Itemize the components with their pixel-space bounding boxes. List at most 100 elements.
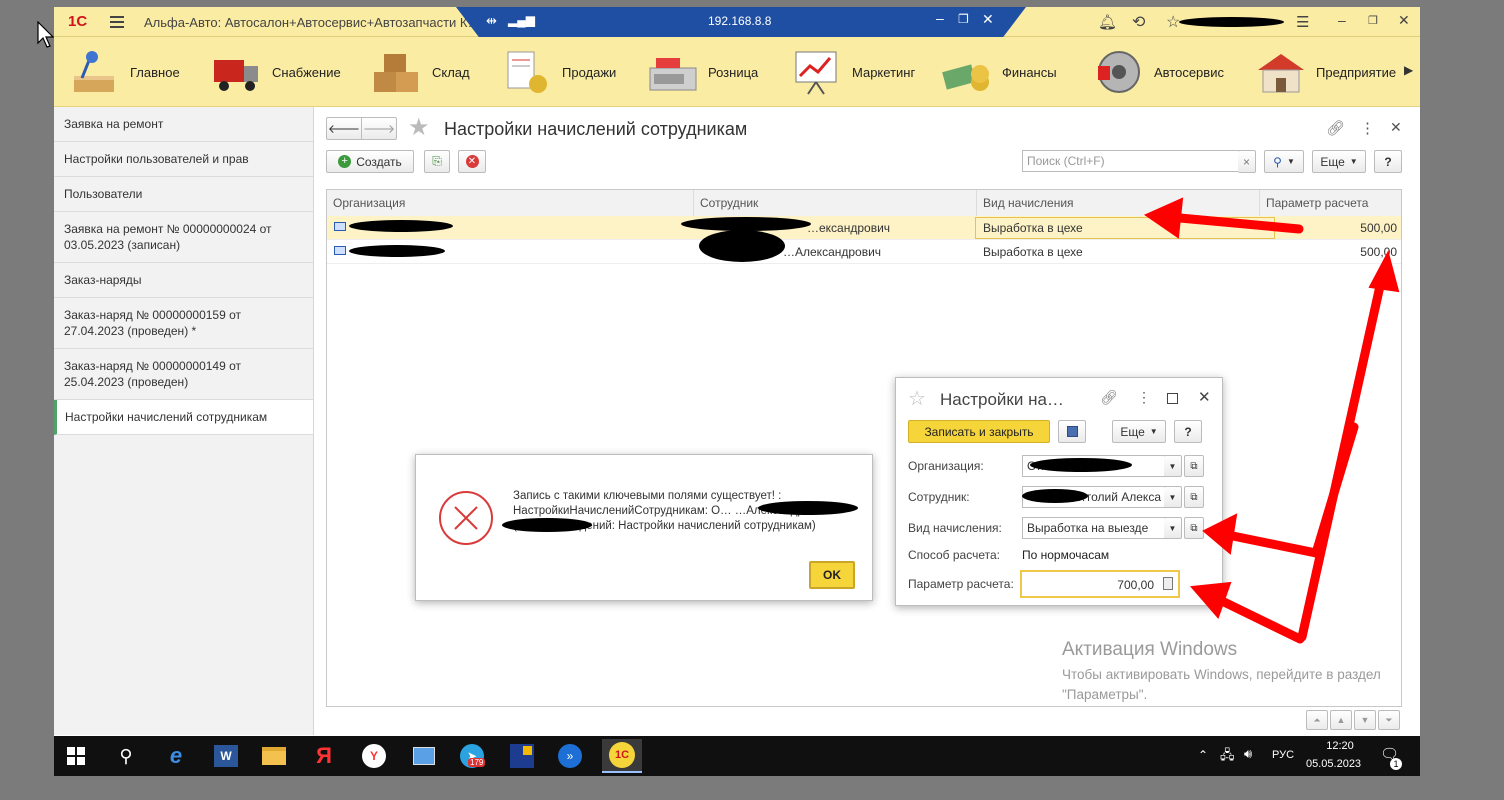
telegram-badge: 179 [468,758,486,767]
section-autoservice[interactable]: Автосервис [1092,37,1224,107]
favorite-star-icon[interactable]: ★ [408,113,430,142]
edge-icon[interactable]: e [162,742,190,770]
yandex-icon[interactable]: Я [310,742,338,770]
watermark-text: Чтобы активировать Windows, перейдите в … [1062,667,1381,702]
history-icon[interactable]: ⟲ [1132,12,1145,32]
save-button[interactable] [1058,420,1086,443]
copy-button[interactable]: ⎘ [424,150,450,173]
org-dropdown-button[interactable]: ▼ [1164,455,1182,477]
sidebar-item-accrual-settings[interactable]: Настройки начислений сотрудникам [54,400,313,435]
accrual-kind-field[interactable]: Выработка на выезде [1022,517,1166,539]
volume-icon[interactable]: 🔊︎ [1244,746,1252,762]
scroll-bottom-button[interactable]: ⏷ [1378,710,1400,730]
rdp-connection-bar[interactable]: ⇹ ▂▄▆ 192.168.8.8 ‒ ❐ ✕ [456,7,1026,37]
search-icon: ⚲ [1273,154,1282,169]
rdp-minimize-icon[interactable]: ‒ [936,10,944,26]
dialog-more-icon[interactable]: ⋮ [1137,389,1151,406]
sidebar-item-user-settings[interactable]: Настройки пользователей и прав [54,142,313,177]
network-tool-icon[interactable] [410,742,438,770]
scroll-up-button[interactable]: ▲ [1330,710,1352,730]
1c-taskbar-icon[interactable]: 1С [602,739,642,773]
calc-param-field[interactable]: 700,00 [1020,570,1180,598]
section-marketing[interactable]: Маркетинг [790,37,915,107]
employee-open-button[interactable]: ⧉ [1184,486,1204,508]
settings-icon[interactable]: ☰ [1296,13,1309,31]
section-retail[interactable]: Розница [646,37,758,107]
ok-button[interactable]: OK [809,561,855,589]
start-icon[interactable] [62,742,90,770]
search-button[interactable]: ⚲ ▼ [1264,150,1304,173]
1c-logo-icon[interactable]: 1С [68,13,87,30]
rdp-close-icon[interactable]: ✕ [982,11,994,28]
menu-icon[interactable] [110,16,124,28]
help-button[interactable]: ? [1374,150,1402,173]
telegram-icon[interactable]: ➤ 179 [458,742,486,770]
create-button[interactable]: + Создать [326,150,414,173]
sections-scroll-right-icon[interactable]: ▶ [1404,63,1413,77]
clock-date[interactable]: 05.05.2023 [1306,758,1361,770]
section-sales[interactable]: Продажи [500,37,616,107]
pin-icon[interactable]: ⇹ [486,13,497,29]
invoice-coins-icon [507,51,547,93]
section-main[interactable]: Главное [68,37,180,107]
column-header-organization[interactable]: Организация [327,190,694,216]
yandex-browser-icon[interactable]: Y [360,742,388,770]
sidebar-item-repair-request[interactable]: Заявка на ремонт [54,107,313,142]
form-title: Настройки начислений сотрудникам [444,119,748,139]
rdp-restore-icon[interactable]: ❐ [958,12,969,26]
search-clear-button[interactable]: × [1238,150,1256,173]
accrual-kind-open-button[interactable]: ⧉ [1184,517,1204,539]
delete-icon: ✕ [465,155,479,168]
dialog-more-button[interactable]: Еще ▼ [1112,420,1166,443]
app-blue-icon[interactable] [508,742,536,770]
dialog-maximize-icon[interactable] [1167,393,1178,404]
redacted-employee [1022,489,1088,503]
section-label: Финансы [1002,64,1057,80]
sidebar-item-users[interactable]: Пользователи [54,177,313,212]
tray-chevron-icon[interactable]: ⌃ [1198,748,1208,762]
more-button[interactable]: Еще ▼ [1312,150,1366,173]
delete-button[interactable]: ✕ [458,150,486,173]
dialog-close-icon[interactable]: ✕ [1198,388,1211,406]
scroll-down-button[interactable]: ▼ [1354,710,1376,730]
back-button[interactable]: 🡐 [326,117,362,140]
column-header-accrual-kind[interactable]: Вид начисления [977,190,1260,216]
word-icon[interactable]: W [212,742,240,770]
save-and-close-button[interactable]: Записать и закрыть [908,420,1050,443]
section-supply[interactable]: Снабжение [210,37,341,107]
sidebar-item-work-order-159[interactable]: Заказ-наряд № 00000000159 от 27.04.2023 … [54,298,313,349]
search-input[interactable]: Поиск (Ctrl+F) [1022,150,1240,172]
more-vertical-icon[interactable]: ⋮ [1360,119,1375,137]
file-explorer-icon[interactable] [260,742,288,770]
search-icon[interactable]: ⚲ [112,742,140,770]
language-indicator[interactable]: РУС [1272,749,1294,761]
table-row[interactable]: …ександрович Выработка в цехе 500,00 [327,216,1401,240]
sidebar-item-work-order-149[interactable]: Заказ-наряд № 00000000149 от 25.04.2023 … [54,349,313,400]
close-icon[interactable]: ✕ [1398,12,1410,29]
form-close-icon[interactable]: ✕ [1390,119,1402,136]
employee-dropdown-button[interactable]: ▼ [1164,486,1182,508]
column-header-calc-parameter[interactable]: Параметр расчета [1260,190,1401,216]
restore-icon[interactable]: ❐ [1368,14,1378,27]
sidebar-item-work-orders[interactable]: Заказ-наряды [54,263,313,298]
sidebar-item-repair-request-24[interactable]: Заявка на ремонт № 00000000024 от 03.05.… [54,212,313,263]
calculator-icon[interactable] [1163,577,1173,590]
network-icon[interactable]: 🖧︎ [1220,746,1235,768]
remote-desktop-icon[interactable]: » [556,742,584,770]
column-header-employee[interactable]: Сотрудник [694,190,977,216]
section-finance[interactable]: Финансы [940,37,1057,107]
dialog-star-icon[interactable]: ☆ [908,386,926,411]
section-warehouse[interactable]: Склад [370,37,470,107]
section-enterprise[interactable]: Предприятие [1254,37,1396,107]
forward-button[interactable]: 🡒 [361,117,397,140]
table-row[interactable]: …Александрович Выработка в цехе 500,00 [327,240,1401,264]
link-icon[interactable]: 🔗︎ [1326,119,1345,137]
clock-time[interactable]: 12:20 [1320,740,1360,752]
dialog-help-button[interactable]: ? [1174,420,1202,443]
scroll-top-button[interactable]: ⏶ [1306,710,1328,730]
org-open-button[interactable]: ⧉ [1184,455,1204,477]
dialog-link-icon[interactable]: 🔗︎ [1100,389,1118,406]
bell-icon[interactable]: 🔔︎ [1098,13,1117,31]
minimize-icon[interactable]: ‒ [1338,12,1346,28]
accrual-kind-dropdown-button[interactable]: ▼ [1164,517,1182,539]
